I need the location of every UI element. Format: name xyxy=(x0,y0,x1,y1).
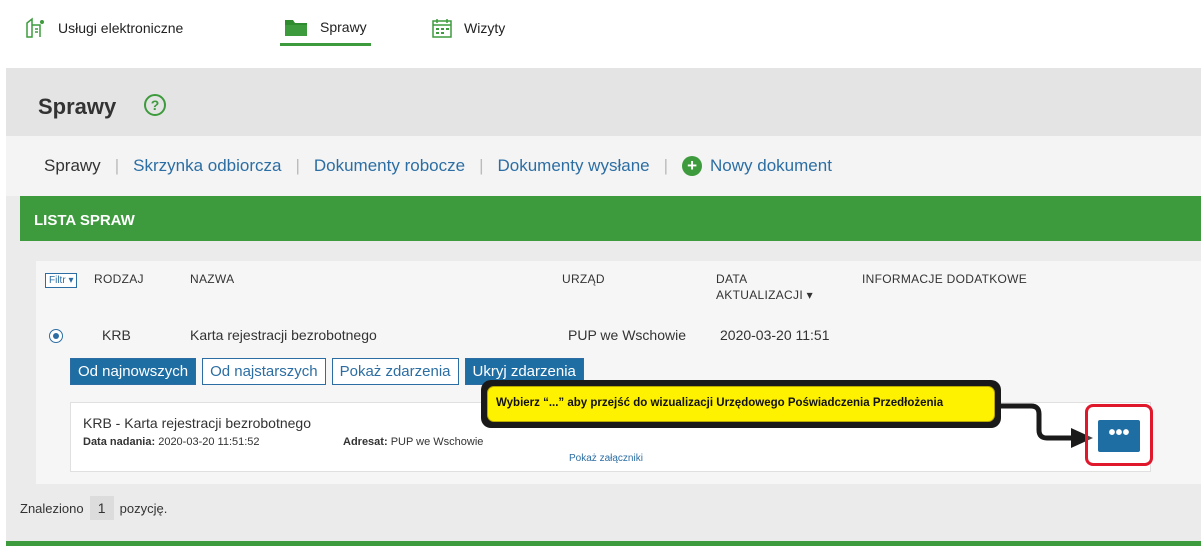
tab-drafts[interactable]: Dokumenty robocze xyxy=(314,156,465,176)
cases-tabs: Sprawy | Skrzynka odbiorcza | Dokumenty … xyxy=(6,136,1201,196)
show-events-button[interactable]: Pokaż zdarzenia xyxy=(331,358,459,385)
found-suffix: pozycję. xyxy=(119,500,168,516)
pointer-arrow-icon xyxy=(1001,403,1093,448)
nav-item-cases[interactable]: Sprawy xyxy=(280,10,371,46)
row-date: 2020-03-20 11:51 xyxy=(720,327,830,343)
tab-sent-documents[interactable]: Dokumenty wysłane xyxy=(497,156,649,176)
tab-separator: | xyxy=(663,156,669,175)
section-title: LISTA SPRAW xyxy=(34,212,135,229)
tab-cases[interactable]: Sprawy xyxy=(44,156,101,176)
electronic-services-icon xyxy=(24,17,46,39)
column-header-office: URZĄD xyxy=(562,272,605,286)
sort-oldest-button[interactable]: Od najstarszych xyxy=(202,358,326,385)
more-options-button[interactable]: ••• xyxy=(1098,420,1140,452)
results-count: Znaleziono 1 pozycję. xyxy=(20,496,167,520)
row-name[interactable]: Karta rejestracji bezrobotnego xyxy=(190,327,377,343)
column-header-name: NAZWA xyxy=(190,272,235,286)
found-prefix: Znaleziono xyxy=(20,500,84,516)
tab-separator: | xyxy=(114,156,120,175)
new-document-link[interactable]: Nowy dokument xyxy=(710,156,832,176)
sent-date-value: 2020-03-20 11:51:52 xyxy=(158,436,260,448)
column-header-date-sort[interactable]: AKTUALIZACJI ▾ xyxy=(716,288,813,302)
addressee-label: Adresat: xyxy=(343,436,388,448)
filter-dropdown[interactable]: Filtr ▾ xyxy=(45,273,78,288)
column-header-date[interactable]: DATA xyxy=(716,272,747,286)
instruction-callout: Wybierz “...” aby przejść do wizualizacj… xyxy=(481,380,1001,428)
help-icon[interactable]: ? xyxy=(144,94,166,116)
top-navigation: Usługi elektroniczne Sprawy Wizyty xyxy=(0,0,1201,58)
folder-icon xyxy=(284,17,308,37)
sent-date-label: Data nadania: xyxy=(83,436,156,448)
nav-item-electronic-services[interactable]: Usługi elektroniczne xyxy=(24,10,183,46)
nav-item-label: Usługi elektroniczne xyxy=(58,20,184,36)
row-select-radio[interactable] xyxy=(49,329,63,343)
sort-newest-button[interactable]: Od najnowszych xyxy=(70,358,197,385)
row-office: PUP we Wschowie xyxy=(568,327,687,343)
event-addressee: Adresat: PUP we Wschowie xyxy=(343,436,483,448)
column-header-info: INFORMACJE DODATKOWE xyxy=(862,272,1028,286)
plus-circle-icon[interactable]: + xyxy=(682,156,703,176)
found-count: 1 xyxy=(89,496,114,520)
nav-item-visits[interactable]: Wizyty xyxy=(432,10,505,46)
section-header: LISTA SPRAW xyxy=(20,196,1201,241)
event-title: KRB - Karta rejestracji bezrobotnego xyxy=(83,415,311,431)
event-sent-date: Data nadania: 2020-03-20 11:51:52 xyxy=(83,436,260,448)
nav-item-label: Wizyty xyxy=(464,20,506,36)
nav-item-label: Sprawy xyxy=(320,18,367,35)
page-title: Sprawy xyxy=(38,94,117,119)
tab-inbox[interactable]: Skrzynka odbiorcza xyxy=(133,156,281,176)
tab-separator: | xyxy=(479,156,484,175)
show-attachments-link[interactable]: Pokaż załączniki xyxy=(569,453,643,464)
row-type: KRB xyxy=(102,327,131,343)
instruction-text: Wybierz “...” aby przejść do wizualizacj… xyxy=(487,386,995,422)
tab-separator: | xyxy=(295,156,300,175)
page-content: Sprawy ? Sprawy | Skrzynka odbiorcza | D… xyxy=(6,68,1201,546)
column-header-type: RODZAJ xyxy=(94,272,144,286)
page-header: Sprawy ? xyxy=(6,68,1201,136)
addressee-value: PUP we Wschowie xyxy=(390,436,484,448)
calendar-icon xyxy=(432,18,452,38)
bottom-divider xyxy=(6,541,1201,546)
